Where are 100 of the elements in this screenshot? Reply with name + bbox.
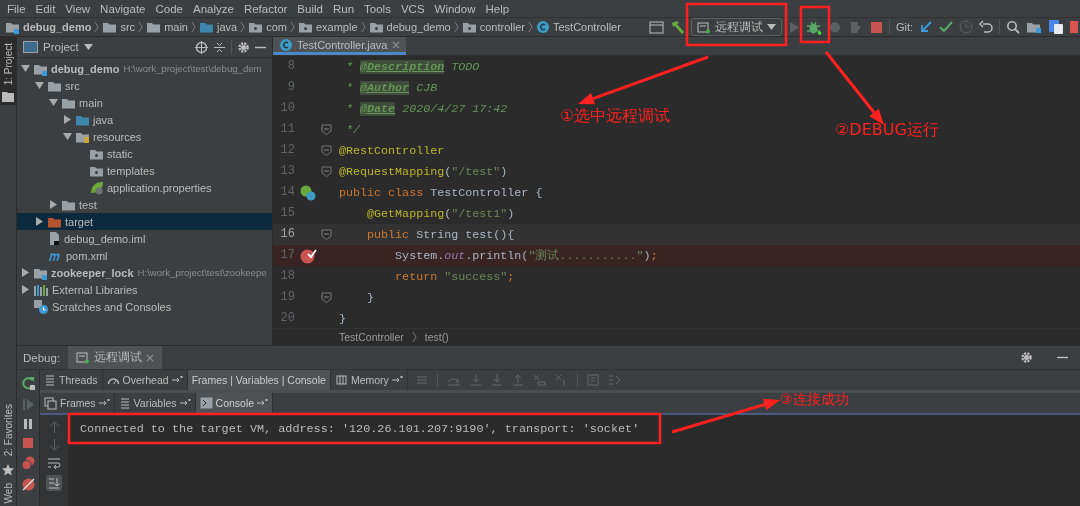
libraries-icon <box>33 282 49 297</box>
up-arrow-icon[interactable] <box>48 421 60 433</box>
tree-item[interactable]: static <box>17 145 272 162</box>
project-view-dropdown[interactable]: Project <box>43 41 79 53</box>
code-line: * @Date 2020/4/27 17:42 <box>345 101 508 116</box>
mute-breakpoints-icon[interactable] <box>20 477 36 492</box>
breadcrumb[interactable]: debug_demo <box>368 20 451 34</box>
bug-icon[interactable] <box>805 19 822 35</box>
tree-item[interactable]: debug_demo H:\work_project\test\debug_dem <box>17 60 272 77</box>
menu-item[interactable]: Refactor <box>238 2 293 15</box>
line-number: 15 <box>279 205 295 222</box>
code-line: } <box>366 290 375 305</box>
expanded-arrow-icon[interactable] <box>35 81 44 90</box>
menu-item[interactable]: Run <box>327 2 360 15</box>
menu-item[interactable]: Code <box>150 2 188 15</box>
stop-icon[interactable] <box>22 437 34 449</box>
menu-item[interactable]: Tools <box>359 2 396 15</box>
breadcrumb[interactable]: controller <box>461 20 525 34</box>
tree-item[interactable]: Scratches and Consoles <box>17 298 272 315</box>
line-number: 18 <box>279 268 295 285</box>
coverage-icon[interactable] <box>827 20 843 34</box>
menu-item[interactable]: Help <box>480 2 515 15</box>
menu-item[interactable]: Window <box>429 2 481 15</box>
debug-view-tab[interactable]: Frames <box>40 393 115 413</box>
menu-item[interactable]: Navigate <box>95 2 151 15</box>
tree-label: static <box>107 147 133 160</box>
undo-icon[interactable] <box>979 20 993 34</box>
tree-item[interactable]: templates <box>17 162 272 179</box>
web-tool-tab[interactable]: Web <box>2 479 14 506</box>
breadcrumb[interactable]: main <box>146 20 188 34</box>
breadcrumb[interactable]: debug_demo <box>5 20 92 34</box>
close-icon[interactable] <box>391 40 400 49</box>
run-config-dropdown[interactable]: 远程调试 <box>690 18 782 36</box>
breadcrumb[interactable]: TestController <box>536 20 621 34</box>
folder-icon <box>297 20 313 34</box>
hammer-icon[interactable] <box>669 20 685 34</box>
module-folder-icon <box>5 20 20 34</box>
code-line: @RequestMapping("/test") <box>338 164 508 179</box>
menu-item[interactable]: File <box>2 2 31 15</box>
folder-icon[interactable] <box>1026 20 1042 34</box>
debug-layout-tab[interactable]: Frames | Variables | Console <box>187 370 331 390</box>
tree-item[interactable]: java <box>17 111 272 128</box>
collapsed-arrow-icon[interactable] <box>21 285 30 294</box>
tree-item[interactable]: src <box>17 77 272 94</box>
settings-icon[interactable] <box>237 40 250 54</box>
tree-item[interactable]: test <box>17 196 272 213</box>
debug-view-tab[interactable]: Variables <box>114 393 196 413</box>
fold-icon <box>321 292 332 303</box>
collapsed-arrow-icon[interactable] <box>49 200 58 209</box>
terminal-icon[interactable] <box>648 20 664 34</box>
tree-item[interactable]: main <box>17 94 272 111</box>
tree-item[interactable]: External Libraries <box>17 281 272 298</box>
collapse-icon[interactable] <box>213 40 226 54</box>
code-breadcrumb[interactable]: TestController <box>339 331 404 343</box>
rerun-icon[interactable] <box>20 376 36 391</box>
collapsed-arrow-icon[interactable] <box>35 217 44 226</box>
checkmark-icon[interactable] <box>939 20 953 34</box>
breadcrumb[interactable]: src <box>102 20 136 34</box>
expanded-arrow-icon[interactable] <box>21 64 30 73</box>
breadcrumb[interactable]: java <box>198 20 238 34</box>
tree-item[interactable]: resources <box>17 128 272 145</box>
collapsed-arrow-icon[interactable] <box>63 115 72 124</box>
wrap-icon[interactable] <box>47 457 61 469</box>
tree-item[interactable]: zookeeper_lock H:\work_project\test\zookeepe <box>17 264 272 281</box>
menu-item[interactable]: Build <box>292 2 328 15</box>
debug-view-tab[interactable]: Console <box>195 393 274 413</box>
close-icon[interactable] <box>146 353 155 362</box>
tree-item[interactable]: target <box>17 213 272 230</box>
breadcrumb[interactable]: example <box>297 20 358 34</box>
code-line: return "success"; <box>394 269 515 284</box>
collapsed-arrow-icon[interactable] <box>21 268 30 277</box>
debug-layout-tab[interactable]: Threads <box>40 370 103 390</box>
editor-tab[interactable]: TestController.java <box>273 37 406 55</box>
favorites-tool-tab[interactable]: 2: Favorites <box>2 401 14 460</box>
settings-icon[interactable] <box>1020 351 1033 364</box>
stop-icon[interactable] <box>869 20 883 34</box>
translate-icon[interactable] <box>1048 19 1064 35</box>
menu-item[interactable]: Analyze <box>187 2 239 15</box>
tree-label: templates <box>107 164 155 177</box>
pause-icon[interactable] <box>22 418 34 430</box>
tree-item[interactable]: debug_demo.iml <box>17 230 272 247</box>
locate-icon[interactable] <box>195 40 208 54</box>
breadcrumb[interactable]: com <box>248 20 287 34</box>
code-breadcrumb[interactable]: test() <box>424 331 449 343</box>
tree-item[interactable]: pom.xml <box>17 247 272 264</box>
plugin-icon[interactable] <box>1070 20 1078 34</box>
menu-item[interactable]: VCS <box>395 2 430 15</box>
menu-item[interactable]: Edit <box>30 2 61 15</box>
debug-session-tab[interactable]: 远程调试 <box>68 346 163 369</box>
down-arrow-icon[interactable] <box>48 439 60 451</box>
debug-layout-tab[interactable]: Memory <box>330 370 408 390</box>
expanded-arrow-icon[interactable] <box>49 98 58 107</box>
arrow-icon[interactable] <box>919 20 933 34</box>
expanded-arrow-icon[interactable] <box>63 132 72 141</box>
tree-item[interactable]: application.properties <box>17 179 272 196</box>
search-icon[interactable] <box>1006 20 1020 34</box>
breakpoints-icon[interactable] <box>20 456 36 470</box>
menu-item[interactable]: View <box>60 2 96 15</box>
scroll-to-end-icon[interactable] <box>46 475 62 491</box>
debug-layout-tab[interactable]: Overhead <box>102 370 188 390</box>
